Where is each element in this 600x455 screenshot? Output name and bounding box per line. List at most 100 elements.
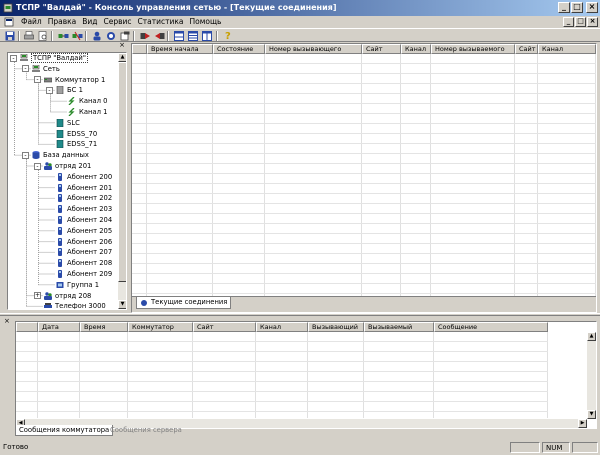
collapse-icon[interactable]: - xyxy=(46,86,53,94)
collapse-icon[interactable]: - xyxy=(10,54,17,62)
menu-view[interactable]: Вид xyxy=(79,16,100,28)
tree-item[interactable]: Абонент 203 xyxy=(56,204,112,214)
document-icon[interactable] xyxy=(4,17,14,27)
connections-grid[interactable] xyxy=(132,54,596,301)
connections-column-header[interactable]: Состояние xyxy=(213,44,265,54)
scroll-thumb[interactable] xyxy=(118,62,126,282)
menu-file[interactable]: Файл xyxy=(18,16,45,28)
tree-item[interactable]: EDSS_71 xyxy=(56,139,97,149)
tree-item[interactable]: Коммутатор 1 xyxy=(44,75,105,85)
messages-column-header[interactable]: Время xyxy=(80,322,128,332)
expand-icon[interactable]: + xyxy=(34,292,41,300)
messages-vertical-scrollbar[interactable]: ▲ ▼ xyxy=(587,332,596,419)
messages-grid-box: Дата Время Коммутатор Сайт Канал Вызывающий Вы… xyxy=(15,321,597,429)
find-user-button[interactable] xyxy=(91,30,103,41)
horizontal-splitter[interactable] xyxy=(0,313,600,316)
mdi-close-button[interactable]: × xyxy=(587,17,598,27)
tab-switch-messages[interactable]: Сообщения коммутатора xyxy=(15,425,114,436)
tree-item[interactable]: Телефон 3000 xyxy=(44,301,106,309)
connections-column-header[interactable]: Канал xyxy=(538,44,596,54)
menu-statistics[interactable]: Статистика xyxy=(135,16,187,28)
tree-item[interactable]: Канал 0 xyxy=(68,96,107,106)
connections-column-header[interactable]: Номер вызываемого xyxy=(431,44,515,54)
messages-column-header[interactable]: Сайт xyxy=(193,322,256,332)
subscriber-icon xyxy=(58,205,62,214)
mdi-minimize-button[interactable]: _ xyxy=(563,17,574,27)
tree-item[interactable]: Абонент 206 xyxy=(56,237,112,247)
messages-close-icon[interactable]: × xyxy=(4,317,10,325)
tree-item[interactable]: Абонент 209 xyxy=(56,269,112,279)
back-button[interactable] xyxy=(153,30,165,41)
close-button[interactable]: × xyxy=(586,2,598,13)
tree-item[interactable]: БС 1 xyxy=(56,85,83,95)
messages-column-header[interactable]: Вызывающий xyxy=(308,322,364,332)
collapse-icon[interactable]: - xyxy=(22,65,29,73)
menu-service[interactable]: Сервис xyxy=(101,16,135,28)
scroll-down-button[interactable]: ▼ xyxy=(118,300,126,309)
network-tree[interactable]: ТСПР "Валдай" - Сеть - Коммутатор 1- БС 1- Кан… xyxy=(7,52,127,310)
collapse-icon[interactable]: - xyxy=(34,162,41,170)
connections-column-header[interactable] xyxy=(132,44,147,54)
tab-server-messages[interactable]: Сообщения сервера xyxy=(107,425,185,436)
tree-item[interactable]: Абонент 201 xyxy=(56,183,112,193)
connections-column-header[interactable]: Время начала xyxy=(147,44,213,54)
collapse-icon[interactable]: - xyxy=(22,151,29,159)
messages-column-header[interactable] xyxy=(16,322,38,332)
print-preview-button[interactable] xyxy=(37,30,49,41)
tree-item[interactable]: Абонент 205 xyxy=(56,226,112,236)
messages-column-header[interactable]: Сообщение xyxy=(434,322,548,332)
messages-grid[interactable] xyxy=(16,332,596,418)
tree-item[interactable]: Сеть xyxy=(32,64,60,74)
connections-column-header[interactable]: Сайт xyxy=(515,44,538,54)
phone-icon xyxy=(44,303,52,309)
help-button[interactable]: ? xyxy=(222,30,234,41)
tree-item-label: Абонент 200 xyxy=(67,172,113,181)
tree-item[interactable]: Канал 1 xyxy=(68,107,107,117)
tree-item[interactable]: Абонент 202 xyxy=(56,193,112,203)
help-icon: ? xyxy=(225,31,231,41)
messages-column-header[interactable]: Дата xyxy=(38,322,80,332)
group-icon xyxy=(44,162,52,170)
scroll-up-button[interactable]: ▲ xyxy=(118,53,126,62)
connect-button[interactable] xyxy=(57,30,69,41)
tab-current-connections[interactable]: Текущие соединения xyxy=(136,297,232,309)
messages-column-header[interactable]: Вызываемый xyxy=(364,322,434,332)
connections-column-header[interactable]: Канал xyxy=(401,44,431,54)
print-button[interactable] xyxy=(23,30,35,41)
menu-edit[interactable]: Правка xyxy=(45,16,80,28)
tree-item[interactable]: Абонент 204 xyxy=(56,215,112,225)
msg-scroll-up-button[interactable]: ▲ xyxy=(587,332,596,341)
refresh-button[interactable] xyxy=(105,30,117,41)
split-horizontal-button[interactable] xyxy=(173,30,185,41)
mdi-restore-button[interactable]: □ xyxy=(575,17,586,27)
tree-item[interactable]: Группа 1 xyxy=(56,280,99,290)
tree-close-icon[interactable]: × xyxy=(119,41,125,49)
collapse-icon[interactable]: - xyxy=(34,76,41,84)
tree-item[interactable]: Абонент 208 xyxy=(56,258,112,268)
menu-help[interactable]: Помощь xyxy=(186,16,224,28)
switch-icon xyxy=(44,77,52,82)
connections-column-header[interactable]: Номер вызывающего xyxy=(265,44,362,54)
forward-button[interactable] xyxy=(139,30,151,41)
tree-item[interactable]: Абонент 207 xyxy=(56,247,112,257)
maximize-button[interactable]: □ xyxy=(571,2,583,13)
tree-vertical-scrollbar[interactable]: ▲ ▼ xyxy=(118,53,126,309)
split-horizontal-2-button[interactable] xyxy=(187,30,199,41)
tree-item[interactable]: ТСПР "Валдай" xyxy=(20,53,88,63)
tree-item[interactable]: отряд 208 xyxy=(44,291,91,301)
new-window-button[interactable] xyxy=(119,30,131,41)
save-button[interactable] xyxy=(4,30,16,41)
minimize-button[interactable]: _ xyxy=(558,2,570,13)
tree-item[interactable]: отряд 201 xyxy=(44,161,91,171)
tree-item[interactable]: Абонент 200 xyxy=(56,172,112,182)
disconnect-button[interactable] xyxy=(71,30,83,41)
tree-item[interactable]: База данных xyxy=(32,150,89,160)
tree-item[interactable]: EDSS_70 xyxy=(56,129,97,139)
msg-scroll-down-button[interactable]: ▼ xyxy=(587,410,596,419)
connections-column-header[interactable]: Сайт xyxy=(362,44,401,54)
messages-column-header[interactable]: Канал xyxy=(256,322,308,332)
print-preview-icon xyxy=(38,30,47,41)
messages-column-header[interactable]: Коммутатор xyxy=(128,322,193,332)
tree-item[interactable]: SLC xyxy=(56,118,80,128)
split-vertical-button[interactable] xyxy=(201,30,213,41)
